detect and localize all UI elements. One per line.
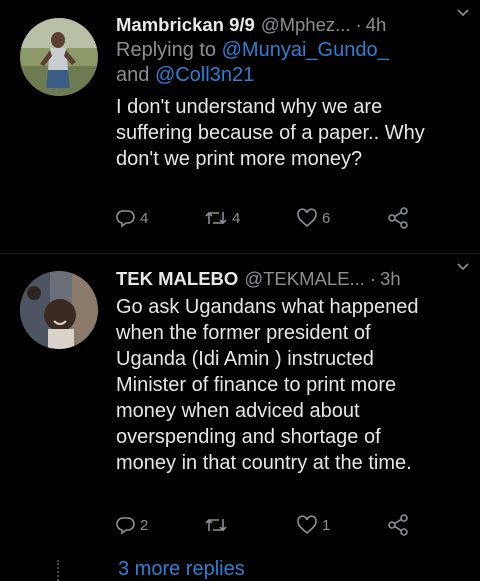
avatar[interactable]	[20, 271, 98, 349]
tweet-text-line: overspending and shortage of	[116, 426, 381, 448]
share-icon	[388, 514, 408, 536]
tweet[interactable]: TEK MALEBO @TEKMALE... · 3h Go ask Ugand…	[0, 253, 480, 554]
chevron-down-icon[interactable]	[456, 260, 470, 274]
heart-icon	[297, 208, 317, 228]
reply-button[interactable]: 4	[116, 208, 204, 228]
retweet-icon	[205, 518, 227, 532]
timestamp[interactable]: 4h	[366, 14, 387, 36]
replying-to-and: and	[116, 64, 155, 86]
reply-icon	[116, 210, 135, 228]
reply-count: 2	[140, 516, 149, 534]
tweet-text-line: Go ask Ugandans what happened	[116, 296, 419, 318]
thread-connector	[57, 560, 61, 581]
mention-link[interactable]: @Coll3n21	[155, 64, 254, 86]
timestamp[interactable]: 3h	[380, 268, 401, 290]
separator-dot: ·	[355, 14, 362, 35]
tweet-text-line: money when adviced about	[116, 400, 360, 422]
tweet-text-line: don't we print more money?	[116, 148, 363, 170]
chevron-down-icon[interactable]	[456, 6, 470, 20]
like-button[interactable]: 6	[296, 208, 386, 228]
like-count: 6	[322, 209, 331, 227]
share-button[interactable]	[386, 513, 410, 537]
mention-link[interactable]: @Munyai_Gundo_	[222, 39, 389, 61]
reply-button[interactable]: 2	[116, 515, 204, 535]
tweet-actions: 4 4 6	[116, 206, 450, 230]
author-name[interactable]: TEK MALEBO	[116, 268, 238, 290]
tweet-text-line: Uganda (Idi Amin ) instructed	[116, 348, 374, 370]
author-name[interactable]: Mambrickan 9/9	[116, 14, 255, 36]
tweet-text-line: I don't understand why we are	[116, 96, 383, 118]
like-button[interactable]: 1	[296, 515, 386, 535]
tweet-text-line: when the former president of	[116, 322, 371, 344]
like-count: 1	[322, 516, 331, 534]
tweet-text: Go ask Ugandans what happened when the f…	[116, 294, 466, 476]
retweet-icon	[205, 211, 227, 225]
replying-to: Replying to @Munyai_Gundo_ and @Coll3n21	[116, 38, 466, 88]
tweet-text-line: money in that country at the time.	[116, 452, 412, 474]
retweet-button[interactable]: 4	[204, 208, 296, 228]
tweet-text-line: suffering because of a paper.. Why	[116, 122, 425, 144]
author-handle[interactable]: @TEKMALE...	[244, 268, 365, 290]
retweet-button[interactable]	[204, 515, 296, 535]
avatar[interactable]	[20, 18, 98, 96]
share-button[interactable]	[386, 206, 410, 230]
replying-to-label: Replying to	[116, 39, 222, 61]
share-icon	[388, 207, 408, 229]
author-handle[interactable]: @Mphez...	[261, 14, 351, 36]
heart-icon	[297, 515, 317, 535]
reply-count: 4	[140, 209, 149, 227]
tweet-text: I don't understand why we are suffering …	[116, 94, 466, 172]
tweet-actions: 2 1	[116, 513, 450, 537]
tweet[interactable]: Mambrickan 9/9 @Mphez... · 4h Replying t…	[0, 0, 480, 253]
more-replies-link[interactable]: 3 more replies	[118, 558, 245, 581]
tweet-text-line: Minister of finance to print more	[116, 374, 397, 396]
reply-icon	[116, 517, 135, 535]
retweet-count: 4	[232, 209, 241, 227]
separator-dot: ·	[369, 268, 377, 289]
